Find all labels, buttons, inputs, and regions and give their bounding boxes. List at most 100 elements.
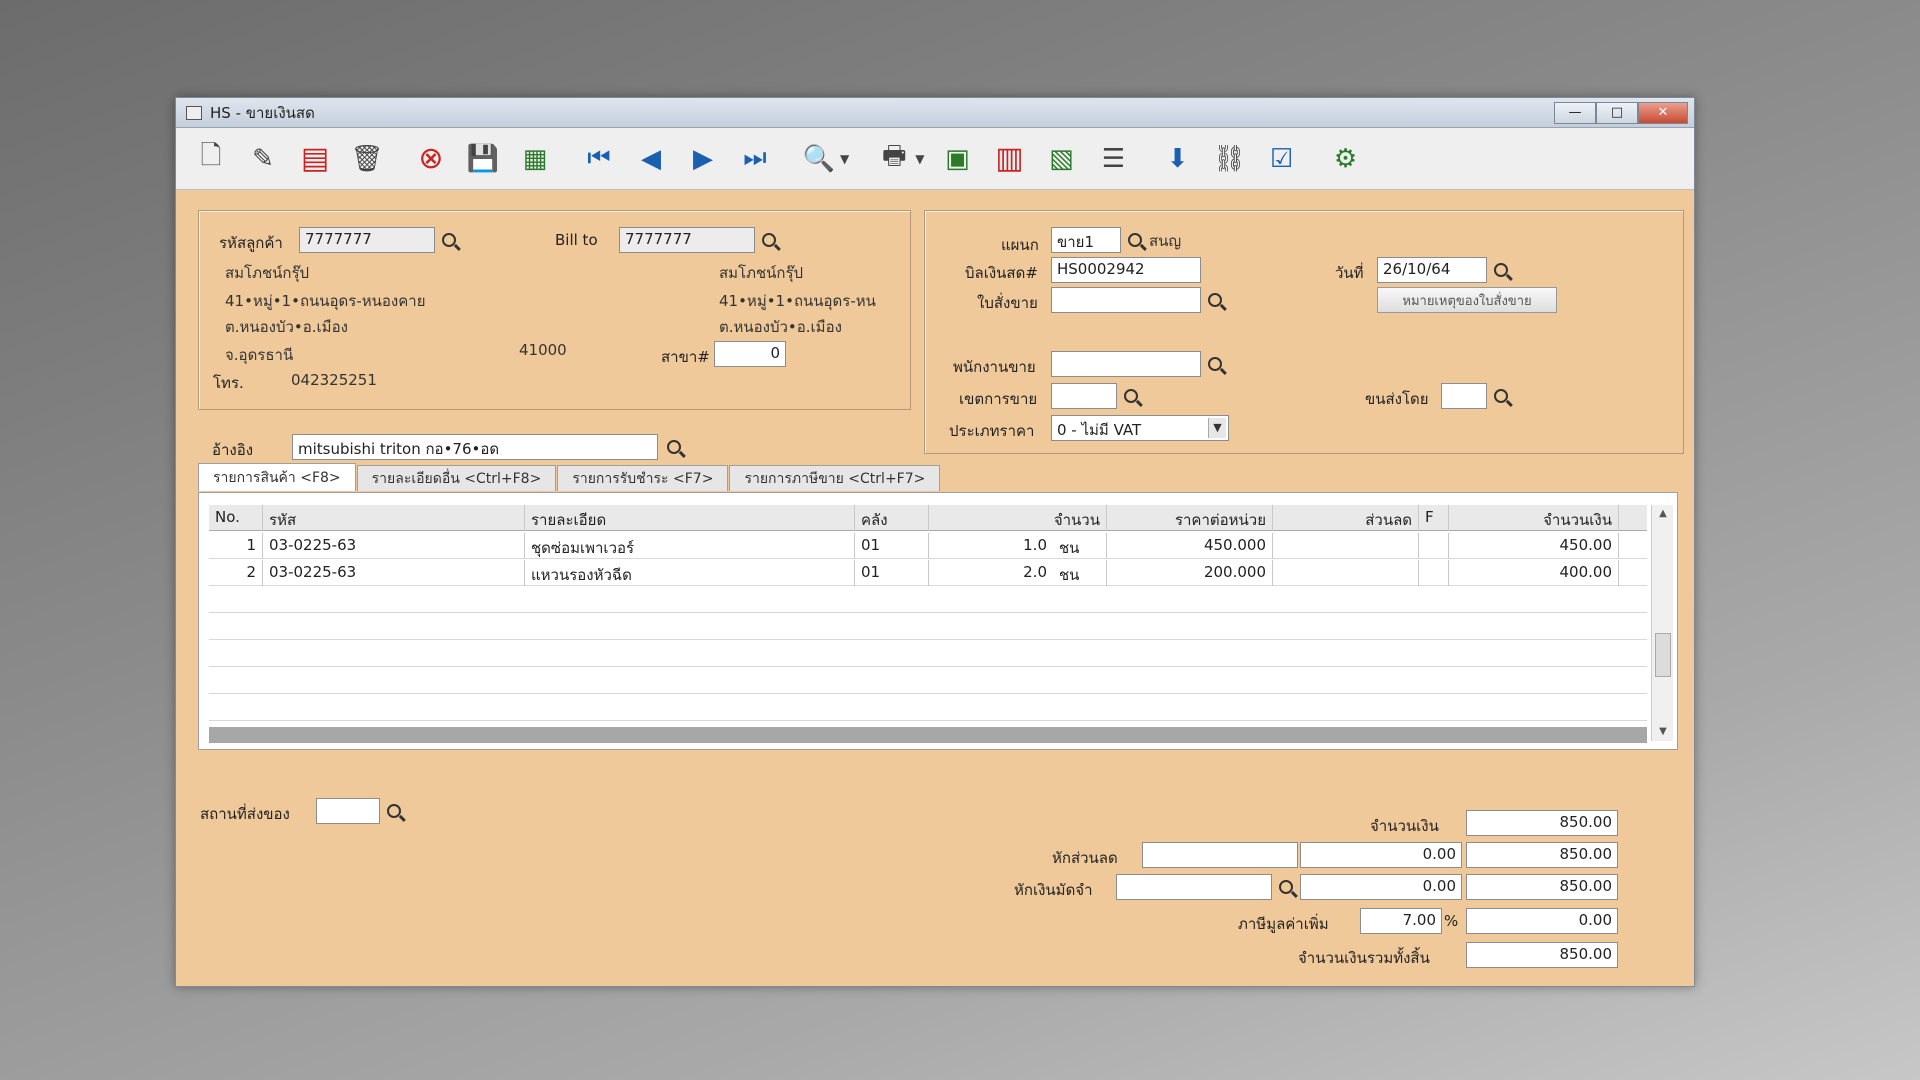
col-warehouse[interactable]: คลัง [855,505,929,531]
after-deposit-field[interactable]: 850.00 [1466,874,1618,900]
empty-row[interactable] [209,641,1647,667]
chevron-down-icon[interactable]: ▼ [1208,418,1226,438]
vat-value-field[interactable]: 0.00 [1466,908,1618,934]
col-quantity[interactable]: จำนวน [929,505,1107,531]
amount-field[interactable]: 850.00 [1466,810,1618,836]
horizontal-scrollbar[interactable] [209,727,1647,743]
tab-payments[interactable]: รายการรับชำระ <F7> [557,465,729,491]
last-icon[interactable]: ⏭ [734,138,776,180]
deposit-value-field[interactable]: 0.00 [1300,874,1462,900]
col-description[interactable]: รายละเอียด [525,505,855,531]
next-icon[interactable]: ▶ [682,138,724,180]
scroll-down-icon[interactable]: ▼ [1652,723,1674,741]
tab-other-details[interactable]: รายละเอียดอื่น <Ctrl+F8> [356,465,557,491]
print-icon[interactable]: 🖶 [873,138,915,180]
so-icon[interactable]: ▧ [1040,138,1082,180]
tab-sales-tax[interactable]: รายการภาษีขาย <Ctrl+F7> [729,465,941,491]
grand-total-field[interactable]: 850.00 [1466,942,1618,968]
salesman-field[interactable] [1051,351,1201,377]
empty-row[interactable] [209,668,1647,694]
date-field[interactable]: 26/10/64 [1377,257,1487,283]
calculator-icon[interactable]: ▣ [936,138,978,180]
bill-to-lookup-button[interactable] [757,227,781,253]
shipping-field[interactable] [1441,383,1487,409]
empty-row[interactable] [209,695,1647,721]
scroll-thumb[interactable] [1655,633,1671,677]
deposit-text-field[interactable] [1116,874,1272,900]
title-bar[interactable]: HS - ขายเงินสด — □ ✕ [176,98,1694,128]
sales-area-field[interactable] [1051,383,1117,409]
shipping-lookup-button[interactable] [1489,383,1513,409]
dept-field[interactable]: ขาย1 [1051,227,1121,253]
col-no[interactable]: No. [209,505,263,531]
search-icon [667,440,681,454]
money-icon[interactable]: ▦ [514,138,556,180]
register-icon[interactable]: ▥ [988,138,1030,180]
price-type-label: ประเภทราคา [949,422,1035,440]
reference-field[interactable]: mitsubishi triton กอ•76•อด [292,434,658,460]
reference-label: อ้างอิง [212,441,254,459]
new-doc-icon[interactable]: 🗋 [190,138,232,180]
dept-lookup-button[interactable] [1123,227,1147,253]
row-code: 03-0225-63 [263,560,525,586]
customer-code-field[interactable]: 7777777 [299,227,435,253]
sales-order-note-button[interactable]: หมายเหตุของใบสั่งขาย [1377,287,1557,313]
empty-row[interactable] [209,614,1647,640]
bill-number-field[interactable]: HS0002942 [1051,257,1201,283]
vat-rate-field[interactable]: 7.00 [1360,908,1442,934]
col-f[interactable]: F [1419,505,1449,531]
reference-lookup-button[interactable] [662,434,686,460]
price-type-select[interactable]: 0 - ไม่มี VAT ▼ [1051,415,1229,441]
date-picker-button[interactable] [1489,257,1513,283]
bill-address1: 41•หมู่•1•ถนนอุดร-หน [719,292,876,310]
report-icon[interactable]: ☰ [1092,138,1134,180]
search-doc-icon[interactable]: 🔍 [798,138,840,180]
delivery-place-label: สถานที่ส่งของ [200,805,290,823]
col-amount[interactable]: จำนวนเงิน [1449,505,1619,531]
search-icon [1279,880,1293,894]
sales-order-field[interactable] [1051,287,1201,313]
delivery-place-field[interactable] [316,798,380,824]
table-row[interactable]: 1 03-0225-63 ชุดซ่อมเพาเวอร์ 01 1.0 ชน 4… [209,533,1647,559]
chevron-down-icon[interactable]: ▼ [915,152,924,166]
ok-icon[interactable]: ☑ [1260,138,1302,180]
prev-icon[interactable]: ◀ [630,138,672,180]
deposit-lookup-button[interactable] [1274,874,1298,900]
amount-label: จำนวนเงิน [1370,817,1439,835]
customer-lookup-button[interactable] [437,227,461,253]
sales-area-lookup-button[interactable] [1119,383,1143,409]
customer-code-label: รหัสลูกค้า [219,234,283,252]
col-code[interactable]: รหัส [263,505,525,531]
grand-total-label: จำนวนเงินรวมทั้งสิ้น [1298,949,1430,967]
chevron-down-icon[interactable]: ▼ [840,152,849,166]
approve-icon[interactable]: ⬇ [1156,138,1198,180]
branch-field[interactable]: 0 [714,341,786,367]
discount-text-field[interactable] [1142,842,1298,868]
salesman-lookup-button[interactable] [1203,351,1227,377]
minimize-button[interactable]: — [1554,101,1596,124]
cancel-icon[interactable]: ⊗ [410,138,452,180]
scroll-up-icon[interactable]: ▲ [1652,505,1674,523]
after-discount-field[interactable]: 850.00 [1466,842,1618,868]
delivery-lookup-button[interactable] [382,798,406,824]
maximize-button[interactable]: □ [1596,101,1638,124]
trash-icon[interactable]: 🗑 [346,138,388,180]
table-row[interactable]: 2 03-0225-63 แหวนรองหัวฉีด 01 2.0 ชน 200… [209,560,1647,586]
bill-to-field[interactable]: 7777777 [619,227,755,253]
first-icon[interactable]: ⏮ [578,138,620,180]
col-discount[interactable]: ส่วนลด [1273,505,1419,531]
save-icon[interactable]: 💾 [462,138,504,180]
discount-value-field[interactable]: 0.00 [1300,842,1462,868]
sales-order-lookup-button[interactable] [1203,287,1227,313]
close-button[interactable]: ✕ [1638,101,1688,124]
void-icon[interactable]: ▤ [294,138,336,180]
vertical-scrollbar[interactable]: ▲ ▼ [1651,505,1673,741]
settings-icon[interactable]: ⚙ [1324,138,1366,180]
edit-icon[interactable]: ✎ [242,138,284,180]
empty-row[interactable] [209,587,1647,613]
phone-label: โทร. [213,374,244,392]
link-icon[interactable]: ⛓ [1208,138,1250,180]
tab-items[interactable]: รายการสินค้า <F8> [198,463,356,491]
toolbar: 🗋 ✎ ▤ 🗑 ⊗ 💾 ▦ ⏮ ◀ ▶ ⏭ 🔍 ▼ 🖶 ▼ ▣ ▥ ▧ ☰ ⬇ … [176,128,1694,190]
col-unit-price[interactable]: ราคาต่อหน่วย [1107,505,1273,531]
